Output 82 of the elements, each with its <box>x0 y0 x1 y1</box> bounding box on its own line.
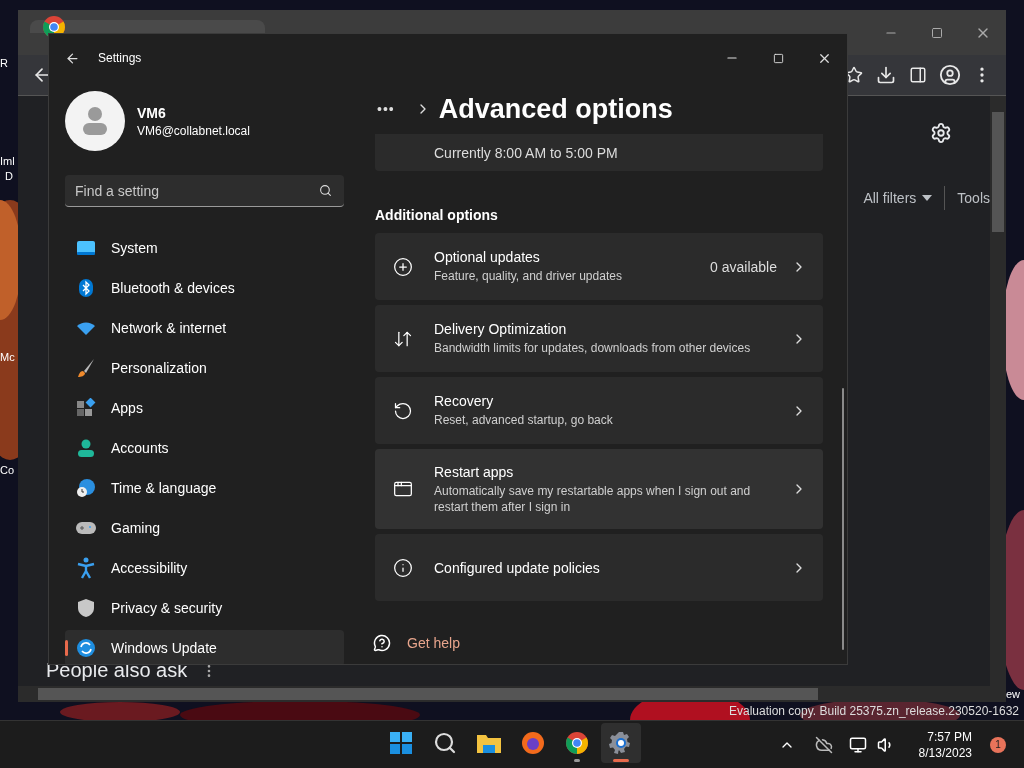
nav-item[interactable]: Accounts <box>65 430 344 466</box>
option-card[interactable]: Configured update policies <box>375 534 823 601</box>
windows-icon <box>389 731 413 755</box>
option-value: 0 available <box>710 258 777 275</box>
gamepad-icon <box>75 520 97 536</box>
help-link[interactable]: Get help <box>407 635 460 651</box>
notification-badge[interactable]: 1 <box>990 736 1006 753</box>
accessibility-icon <box>77 557 95 579</box>
option-card[interactable]: Recovery Reset, advanced startup, go back <box>375 377 823 444</box>
sync-icon <box>76 638 96 658</box>
option-description: Automatically save my restartable apps when I sign out and restart them after I sign in <box>434 482 752 515</box>
gear-icon <box>609 731 633 755</box>
nav-item[interactable]: Bluetooth & devices <box>65 270 344 306</box>
tools-button[interactable]: Tools <box>957 190 990 206</box>
settings-card[interactable]: Currently 8:00 AM to 5:00 PM <box>375 134 823 171</box>
person-icon <box>76 438 96 458</box>
help-icon <box>373 634 391 652</box>
option-card[interactable]: Restart apps Automatically save my restartable apps when I sign out and restart them after I sign in <box>375 449 823 529</box>
option-title: Recovery <box>434 393 495 409</box>
option-title: Optional updates <box>434 249 541 265</box>
option-description: Bandwidth limits for updates, downloads from other devices <box>434 340 752 356</box>
bluetooth-icon <box>78 278 94 298</box>
nav-item[interactable]: System <box>65 230 344 266</box>
app-window-icon <box>393 479 413 499</box>
option-title: Configured update policies <box>434 559 601 576</box>
wifi-icon <box>76 320 96 336</box>
desktop-icon-label: Mc <box>0 350 16 364</box>
monitor-icon <box>76 240 96 256</box>
nav-item[interactable]: Personalization <box>65 350 344 386</box>
browser-logo-icon <box>565 731 589 755</box>
page-text: ew <box>1005 688 1020 700</box>
filter-button[interactable]: All filters <box>863 190 933 206</box>
cloud-off-icon[interactable] <box>814 735 833 754</box>
desktop-icon-label: R <box>0 56 9 70</box>
option-title: Delivery Optimization <box>434 321 568 337</box>
nav-item[interactable]: Apps <box>65 390 344 426</box>
scrollbar[interactable] <box>990 96 1006 686</box>
nav-item[interactable]: Windows Update <box>65 630 344 664</box>
info-icon <box>393 557 413 578</box>
folder-icon <box>476 732 502 754</box>
page-title: Advanced options <box>438 93 673 125</box>
user-name: VM6 <box>137 104 167 121</box>
clock[interactable]: 7:57 PM 8/13/2023 <box>918 728 972 761</box>
section-heading: Additional options <box>375 207 499 223</box>
option-card[interactable]: Optional updates Feature, quality, and driver updates 0 available <box>375 233 823 300</box>
scrollbar[interactable] <box>842 388 844 650</box>
desktop-icon-label: D <box>4 169 14 183</box>
plus-circle-icon <box>393 256 413 277</box>
window-title: Settings <box>98 51 142 65</box>
breadcrumb-more[interactable]: ••• <box>377 101 395 117</box>
profile-icon[interactable] <box>939 64 961 86</box>
maximize-icon <box>772 52 784 64</box>
option-card[interactable]: Delivery Optimization Bandwidth limits for updates, downloads from other devices <box>375 305 823 372</box>
card-description: Currently 8:00 AM to 5:00 PM <box>434 144 618 161</box>
undo-icon <box>393 400 413 421</box>
caret-icon <box>922 195 933 201</box>
option-title: Restart apps <box>434 463 515 480</box>
star-icon[interactable] <box>845 66 863 84</box>
search-icon[interactable] <box>319 184 332 197</box>
nav-item[interactable]: Network & internet <box>65 310 344 346</box>
apps-icon <box>76 398 96 418</box>
brush-icon <box>76 358 96 378</box>
nav-item[interactable]: Gaming <box>65 510 344 546</box>
nav-item[interactable]: Time & language <box>65 470 344 506</box>
search-field[interactable]: Find a setting <box>65 175 344 207</box>
user-email: VM6@collabnet.local <box>137 123 250 138</box>
desktop-icon-label: Iml <box>0 154 16 168</box>
settings-icon[interactable] <box>930 122 952 144</box>
side-panel-icon[interactable] <box>909 66 927 84</box>
nav-item[interactable]: Accessibility <box>65 550 344 586</box>
desktop-icon-label: Co <box>0 463 16 477</box>
option-description: Feature, quality, and driver updates <box>434 268 623 284</box>
search-icon <box>433 731 457 755</box>
maximize-icon[interactable] <box>931 26 943 39</box>
scrollbar[interactable] <box>18 686 1006 702</box>
option-description: Reset, advanced startup, go back <box>434 412 614 428</box>
avatar <box>65 91 125 151</box>
globe-clock-icon <box>76 478 96 498</box>
network-icon[interactable] <box>848 735 867 754</box>
nav-item[interactable]: Privacy & security <box>65 590 344 626</box>
shield-icon <box>77 598 95 618</box>
download-icon[interactable] <box>876 65 896 85</box>
